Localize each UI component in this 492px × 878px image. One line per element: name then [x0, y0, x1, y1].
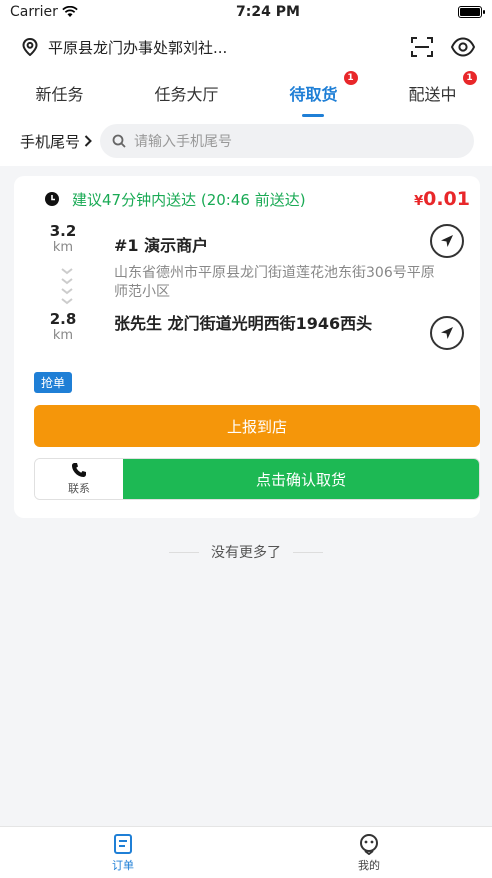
report-button-label: 上报到店 — [226, 417, 287, 436]
distance-unit: km — [52, 328, 74, 343]
clock-icon — [45, 192, 59, 206]
order-card: 建议47分钟内送达 (20:46 前送达) ¥0.01 3.2 km 2.8 k… — [14, 176, 480, 518]
dropoff-distance: 2.8 km — [44, 310, 82, 343]
contact-label: 联系 — [68, 482, 90, 495]
navigate-to-shop-button[interactable] — [430, 224, 464, 258]
route-chevrons-icon — [61, 268, 73, 305]
top-bar: 平原县龙门办事处郭刘社... — [0, 24, 492, 70]
tab-bar: 新任务 任务大厅 待取货 1 配送中 1 — [0, 70, 492, 116]
filter-label: 手机尾号 — [20, 132, 81, 151]
tab-task-hall[interactable]: 任务大厅 — [150, 75, 222, 111]
tab-badge: 1 — [462, 71, 477, 85]
navigation-arrow-icon — [441, 235, 453, 247]
pickup-distance-value: 3.2 — [49, 222, 77, 240]
battery-icon — [458, 6, 485, 18]
location-selector[interactable]: 平原县龙门办事处郭刘社... — [22, 37, 410, 58]
tab-label: 任务大厅 — [154, 85, 219, 104]
shop-address: 山东省德州市平原县龙门街道莲花池东街306号平原师范小区 — [114, 265, 435, 300]
nav-orders[interactable]: 订单 — [0, 827, 246, 878]
clock: 7:24 PM — [236, 4, 300, 20]
confirm-button-label: 点击确认取货 — [255, 470, 346, 489]
tab-label: 配送中 — [408, 85, 457, 104]
price-amount: 0.01 — [423, 188, 470, 210]
carrier-label: Carrier — [10, 4, 58, 20]
location-pin-icon — [22, 38, 38, 56]
location-text: 平原县龙门办事处郭刘社... — [48, 38, 228, 57]
phone-search-field[interactable]: 请输入手机尾号 — [100, 124, 474, 158]
eta-text: 建议47分钟内送达 (20:46 前送达) — [72, 190, 306, 209]
eta-row: 建议47分钟内送达 (20:46 前送达) ¥0.01 — [24, 176, 470, 222]
nav-label: 订单 — [112, 858, 134, 872]
currency-symbol: ¥ — [414, 194, 424, 209]
scan-icon[interactable] — [410, 36, 434, 58]
bottom-nav: 订单 我的 — [0, 826, 492, 878]
chevron-right-icon — [84, 135, 92, 147]
shop-name: #1 演示商户 — [114, 236, 209, 255]
phone-icon — [72, 463, 86, 477]
filter-bar: 手机尾号 请输入手机尾号 — [0, 116, 492, 166]
navigation-arrow-icon — [441, 327, 453, 339]
nav-profile[interactable]: 我的 — [246, 827, 492, 878]
navigate-to-customer-button[interactable] — [430, 316, 464, 350]
order-icon — [114, 833, 132, 854]
tab-label: 新任务 — [35, 85, 84, 104]
report-arrival-button[interactable]: 上报到店 — [34, 405, 480, 447]
pickup-distance: 3.2 km — [44, 222, 82, 255]
tab-awaiting-pickup[interactable]: 待取货 1 — [285, 71, 358, 111]
eye-icon[interactable] — [450, 37, 476, 57]
divider — [293, 551, 323, 553]
wifi-icon — [62, 6, 78, 17]
tab-label: 待取货 — [289, 85, 338, 104]
customer-address: 张先生 龙门街道光明西街1946西头 — [114, 314, 373, 333]
tab-delivering[interactable]: 配送中 1 — [404, 71, 477, 111]
status-bar: Carrier 7:24 PM — [0, 0, 492, 24]
no-more-text: 没有更多了 — [211, 545, 281, 561]
no-more-indicator: 没有更多了 — [0, 542, 492, 562]
contact-button[interactable]: 联系 — [35, 459, 123, 499]
grab-order-tag: 抢单 — [34, 372, 73, 393]
filter-type-selector[interactable]: 手机尾号 — [20, 131, 92, 152]
dropoff-distance-value: 2.8 — [49, 310, 77, 328]
divider — [169, 551, 199, 553]
tab-badge: 1 — [343, 71, 358, 85]
action-row: 联系 点击确认取货 — [34, 458, 480, 500]
search-icon — [112, 134, 126, 148]
route-block: 3.2 km 2.8 km #1 演示商户 山东省德州市平原县龙门街道莲花池东街… — [24, 222, 470, 370]
tab-new-tasks[interactable]: 新任务 — [31, 75, 87, 111]
order-price: ¥0.01 — [414, 188, 470, 210]
distance-unit: km — [52, 240, 74, 255]
nav-label: 我的 — [358, 858, 380, 872]
profile-icon — [360, 833, 378, 855]
confirm-pickup-button[interactable]: 点击确认取货 — [123, 459, 479, 499]
search-placeholder: 请输入手机尾号 — [134, 134, 233, 150]
